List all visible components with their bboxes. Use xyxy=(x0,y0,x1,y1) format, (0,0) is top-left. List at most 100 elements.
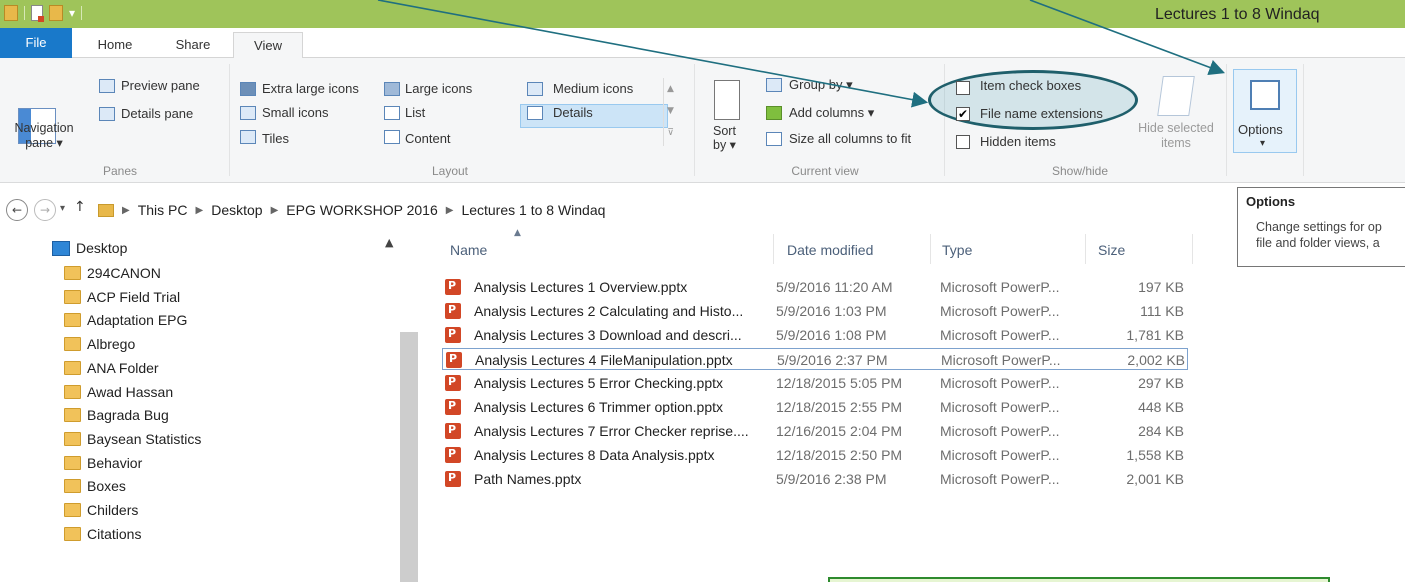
options-button[interactable]: Options ▾ xyxy=(1233,69,1297,153)
tree-item[interactable]: Awad Hassan xyxy=(64,380,173,404)
layout-gallery-scroll[interactable]: ▲ ▼ ⊽ xyxy=(663,78,677,146)
crumb-this-pc[interactable]: This PC xyxy=(138,202,188,218)
new-folder-icon[interactable] xyxy=(49,5,63,21)
folder-icon xyxy=(64,479,81,494)
customize-toolbar-icon[interactable]: ▾ xyxy=(69,6,75,20)
file-size: 2,002 KB xyxy=(1127,352,1185,368)
column-header-date[interactable]: Date modified xyxy=(787,242,873,258)
folder-icon xyxy=(64,289,81,304)
tooltip-title: Options xyxy=(1246,194,1296,209)
toolbar-separator xyxy=(81,6,83,20)
tree-item[interactable]: 294CANON xyxy=(64,261,161,285)
details-pane-button[interactable]: Details pane xyxy=(121,106,193,121)
file-date-modified: 5/9/2016 11:20 AM xyxy=(776,279,893,295)
chevron-right-icon[interactable]: ▶ xyxy=(196,205,204,216)
sort-by-icon[interactable] xyxy=(714,80,740,120)
add-columns-button[interactable]: Add columns ▾ xyxy=(789,105,874,121)
back-button[interactable]: ← xyxy=(6,199,28,221)
layout-large-icons[interactable]: Large icons xyxy=(405,81,472,96)
item-check-boxes-label[interactable]: Item check boxes xyxy=(980,78,1081,93)
preview-pane-button[interactable]: Preview pane xyxy=(121,78,200,93)
desktop-icon xyxy=(52,240,70,256)
crumb-desktop[interactable]: Desktop xyxy=(211,202,262,218)
tree-item[interactable]: Albrego xyxy=(64,332,135,356)
folder-icon xyxy=(64,503,81,517)
layout-list[interactable]: List xyxy=(405,105,425,120)
scroll-down-icon[interactable]: ▼ xyxy=(664,100,677,122)
file-row[interactable]: Path Names.pptx 5/9/2016 2:38 PM Microsoft… xyxy=(442,468,1188,490)
up-button[interactable]: ↑ xyxy=(74,199,86,215)
tree-item[interactable]: Bagrada Bug xyxy=(64,403,169,427)
tree-item[interactable]: Adaptation EPG xyxy=(64,308,187,332)
layout-details[interactable]: Details xyxy=(553,105,593,120)
tree-item[interactable]: Boxes xyxy=(64,474,126,498)
file-row[interactable]: Analysis Lectures 2 Calculating and Hist… xyxy=(442,300,1188,322)
file-row[interactable]: Analysis Lectures 5 Error Checking.pptx 1… xyxy=(442,372,1188,394)
file-name: Path Names.pptx xyxy=(474,471,582,487)
tree-item[interactable]: Citations xyxy=(64,522,141,546)
tree-item[interactable]: Behavior xyxy=(64,451,142,475)
tree-scrollbar[interactable] xyxy=(400,332,418,582)
tab-view[interactable]: View xyxy=(233,32,303,59)
tab-home[interactable]: Home xyxy=(90,32,140,58)
chevron-right-icon[interactable]: ▶ xyxy=(271,205,279,216)
column-separator[interactable] xyxy=(1085,234,1086,264)
layout-extra-large-icons[interactable]: Extra large icons xyxy=(262,81,359,96)
item-check-boxes-checkbox[interactable] xyxy=(956,81,970,95)
powerpoint-file-icon xyxy=(446,352,462,368)
column-separator[interactable] xyxy=(773,234,774,264)
forward-button[interactable]: → xyxy=(34,199,56,221)
tree-item[interactable]: ACP Field Trial xyxy=(64,285,180,309)
gallery-more-icon[interactable]: ⊽ xyxy=(664,122,677,144)
tree-scroll-up-icon[interactable]: ▲ xyxy=(385,236,393,249)
layout-small-icons[interactable]: Small icons xyxy=(262,105,328,120)
hidden-items-label[interactable]: Hidden items xyxy=(980,134,1056,149)
group-by-button[interactable]: Group by ▾ xyxy=(789,77,853,93)
tree-item[interactable]: Baysean Statistics xyxy=(64,427,201,451)
chevron-right-icon[interactable]: ▶ xyxy=(446,205,454,216)
file-row[interactable]: Analysis Lectures 6 Trimmer option.pptx 1… xyxy=(442,396,1188,418)
file-date-modified: 5/9/2016 2:38 PM xyxy=(776,471,887,487)
recent-locations-icon[interactable]: ▾ xyxy=(60,203,65,214)
file-name-extensions-label[interactable]: File name extensions xyxy=(980,106,1103,121)
file-row[interactable]: Analysis Lectures 4 FileManipulation.ppt… xyxy=(442,348,1188,370)
crumb-lectures[interactable]: Lectures 1 to 8 Windaq xyxy=(461,202,605,218)
powerpoint-file-icon xyxy=(445,471,461,487)
column-header-size[interactable]: Size xyxy=(1098,242,1125,258)
breadcrumb[interactable]: ▶ This PC ▶ Desktop ▶ EPG WORKSHOP 2016 … xyxy=(98,202,605,218)
column-separator[interactable] xyxy=(1192,234,1193,264)
options-label: Options xyxy=(1238,122,1283,137)
tab-share[interactable]: Share xyxy=(168,32,218,58)
tree-item[interactable]: Childers xyxy=(64,498,138,522)
hide-selected-items-button[interactable]: Hide selected items xyxy=(1120,121,1232,151)
file-row[interactable]: Analysis Lectures 3 Download and descri.… xyxy=(442,324,1188,346)
layout-medium-icons[interactable]: Medium icons xyxy=(553,81,633,96)
file-name: Analysis Lectures 5 Error Checking.pptx xyxy=(474,375,723,391)
tab-file[interactable]: File xyxy=(0,28,72,58)
folder-icon xyxy=(64,337,81,352)
tree-item[interactable]: ANA Folder xyxy=(64,356,159,380)
panes-group-label: Panes xyxy=(102,164,138,178)
file-name: Analysis Lectures 8 Data Analysis.pptx xyxy=(474,447,715,463)
column-header-name[interactable]: Name xyxy=(450,242,487,258)
scroll-up-icon[interactable]: ▲ xyxy=(664,78,677,100)
folder-icon[interactable] xyxy=(4,5,18,21)
file-name-extensions-checkbox[interactable]: ✔ xyxy=(956,107,970,121)
navigation-pane-button[interactable]: Navigation pane ▾ xyxy=(0,121,88,151)
size-all-columns-button[interactable]: Size all columns to fit xyxy=(789,131,911,146)
file-row[interactable]: Analysis Lectures 8 Data Analysis.pptx 12… xyxy=(442,444,1188,466)
column-header-type[interactable]: Type xyxy=(942,242,972,258)
tree-item-desktop[interactable]: Desktop xyxy=(52,236,127,260)
hide-selected-icon[interactable] xyxy=(1157,76,1195,116)
powerpoint-file-icon xyxy=(445,447,461,463)
hidden-items-checkbox[interactable] xyxy=(956,135,970,149)
sort-by-button[interactable]: Sort by ▾ xyxy=(713,124,736,152)
properties-icon[interactable] xyxy=(31,5,44,22)
layout-content[interactable]: Content xyxy=(405,131,451,146)
crumb-epg-workshop[interactable]: EPG WORKSHOP 2016 xyxy=(286,202,437,218)
file-row[interactable]: Analysis Lectures 7 Error Checker repris… xyxy=(442,420,1188,442)
layout-tiles[interactable]: Tiles xyxy=(262,131,289,146)
column-separator[interactable] xyxy=(930,234,931,264)
file-row[interactable]: Analysis Lectures 1 Overview.pptx 5/9/201… xyxy=(442,276,1188,298)
chevron-right-icon[interactable]: ▶ xyxy=(122,205,130,216)
